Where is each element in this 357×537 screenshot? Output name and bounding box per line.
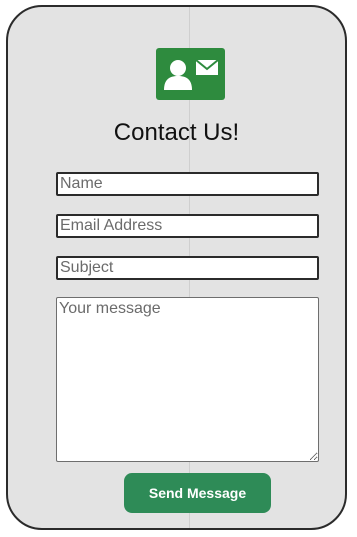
- send-message-button[interactable]: Send Message: [124, 473, 271, 513]
- subject-input[interactable]: [56, 256, 319, 280]
- contact-form-card: Contact Us! Send Message: [6, 5, 347, 530]
- email-input[interactable]: [56, 214, 319, 238]
- page-title: Contact Us!: [113, 119, 240, 146]
- message-textarea[interactable]: [56, 297, 319, 462]
- name-input[interactable]: [56, 172, 319, 196]
- contact-card-icon: [156, 48, 225, 100]
